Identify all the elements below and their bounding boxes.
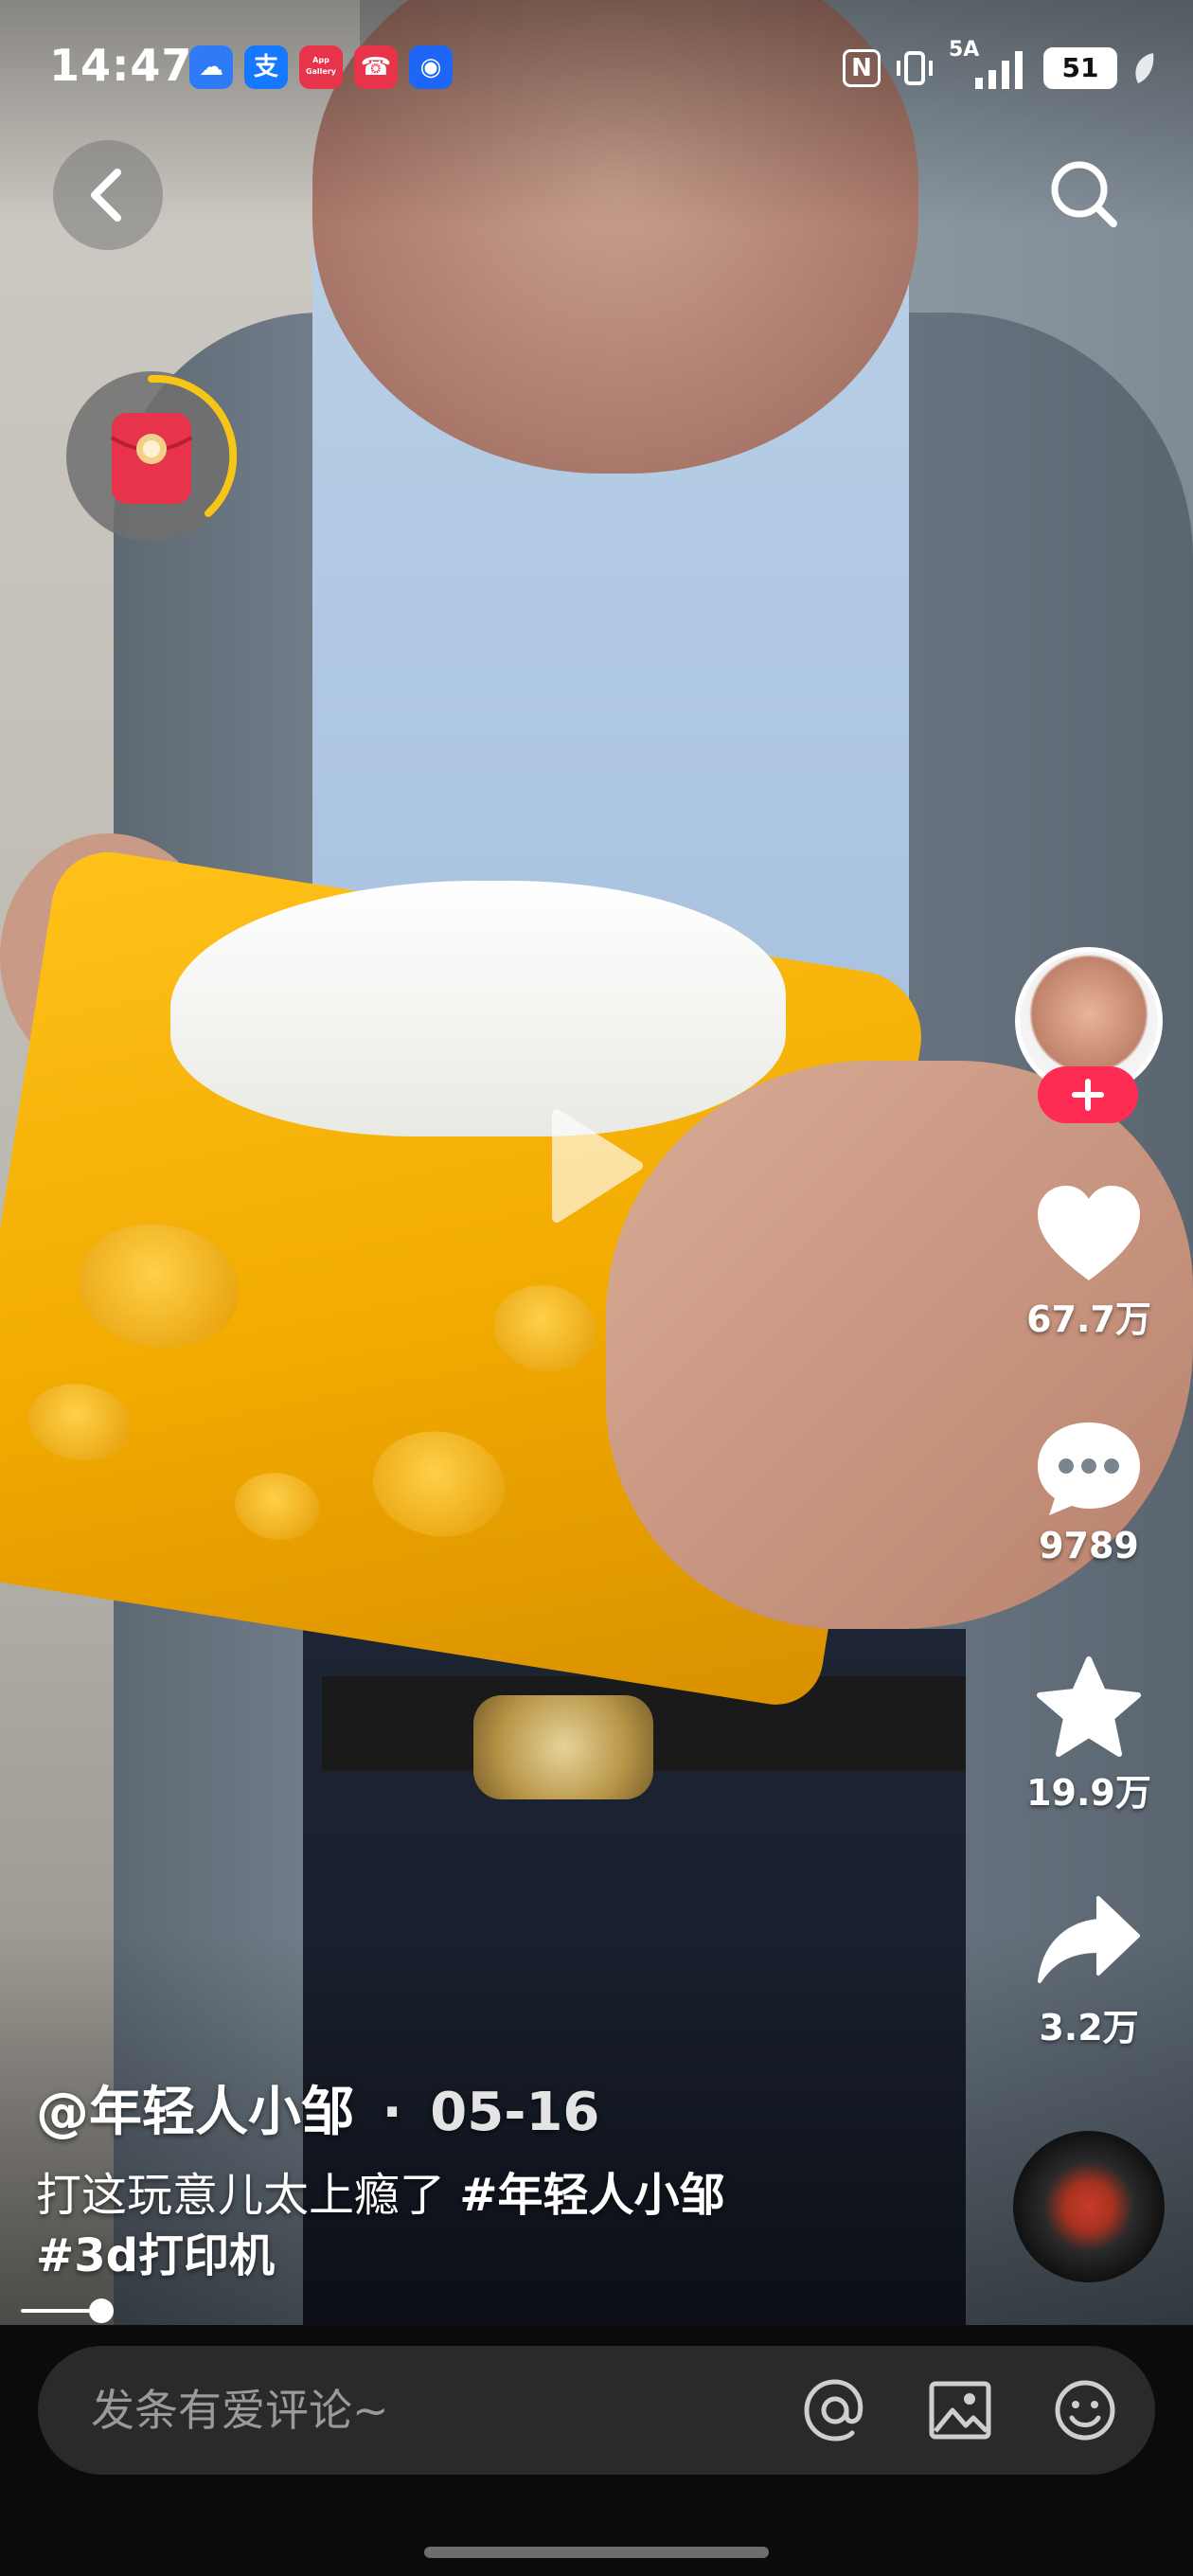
mention-button[interactable] [801, 2376, 869, 2444]
app-gallery-icon: App Gallery [299, 45, 343, 89]
cheese-hole [229, 1466, 325, 1547]
battery-icon: 51 [1043, 47, 1117, 89]
video-figure-buckle [473, 1695, 653, 1799]
cheese-hole [69, 1212, 248, 1360]
post-date: 05-16 [430, 2082, 600, 2143]
bulb-icon: ◉ [409, 45, 453, 89]
follow-button[interactable] [1038, 1066, 1138, 1123]
like-button[interactable]: 67.7万 [1004, 1182, 1174, 1342]
share-count: 3.2万 [1039, 2007, 1139, 2048]
video-progress-bar[interactable] [21, 2299, 1172, 2323]
share-arrow-icon [1038, 1896, 1140, 1983]
smiley-icon [1055, 2380, 1115, 2441]
leaf-icon [1135, 53, 1154, 83]
music-disc[interactable] [1013, 2131, 1165, 2282]
caption-text: 打这玩意儿太上瘾了 [36, 2169, 460, 2222]
weather-icon: ☁ [189, 45, 233, 89]
play-icon[interactable] [543, 1104, 648, 1227]
status-time: 14:47 [49, 40, 193, 91]
comment-input[interactable] [91, 2346, 754, 2475]
comment-bar [0, 2325, 1193, 2576]
cheese-hole [22, 1376, 137, 1468]
comment-button[interactable]: 9789 [1004, 1417, 1174, 1566]
video-feed-screen: 14:47 ☁ 支 App Gallery ☎ ◉ N 5A 51 67.7万 … [0, 0, 1193, 2576]
comment-count: 9789 [1039, 1525, 1139, 1566]
vibrate-icon [897, 51, 933, 85]
chevron-left-icon [91, 169, 121, 222]
battery-level: 51 [1061, 52, 1099, 83]
comment-box[interactable] [38, 2346, 1155, 2475]
share-button[interactable]: 3.2万 [1004, 1890, 1174, 2050]
status-bar: 14:47 ☁ 支 App Gallery ☎ ◉ N 5A 51 [0, 0, 1193, 142]
status-indicators: N 5A 51 [843, 38, 1157, 95]
nfc-icon: N [843, 49, 881, 87]
image-icon [929, 2381, 991, 2440]
comment-bubble-icon [1038, 1422, 1140, 1515]
hashtag-link[interactable]: #年轻人小邹 [459, 2169, 724, 2222]
signal-icon: 5A [949, 38, 1030, 91]
alipay-icon: 支 [244, 45, 288, 89]
search-icon [1051, 161, 1117, 227]
video-progress-handle[interactable] [88, 2299, 114, 2323]
tissue-paper [170, 881, 786, 1136]
search-button[interactable] [1042, 152, 1127, 237]
author-line: @年轻人小邹 · 05-16 [36, 2069, 599, 2146]
back-button[interactable] [53, 140, 163, 250]
missed-call-icon: ☎ [354, 45, 398, 89]
red-packet-timer-widget[interactable] [66, 371, 238, 542]
at-icon [804, 2379, 864, 2442]
heart-icon [1038, 1186, 1140, 1280]
favorite-button[interactable]: 19.9万 [1004, 1655, 1174, 1816]
emoji-button[interactable] [1051, 2376, 1119, 2444]
red-packet-icon [110, 374, 238, 517]
cheese-hole [487, 1278, 604, 1379]
like-count: 67.7万 [1026, 1298, 1151, 1340]
date-separator: · [382, 2082, 402, 2143]
plus-icon [1072, 1079, 1104, 1111]
hashtag-link[interactable]: #3d打印机 [36, 2229, 275, 2282]
favorite-count: 19.9万 [1026, 1772, 1151, 1814]
video-caption: 打这玩意儿太上瘾了 #年轻人小邹 #3d打印机 [36, 2165, 907, 2286]
home-indicator[interactable] [424, 2547, 769, 2558]
star-icon [1037, 1656, 1141, 1757]
author-name[interactable]: @年轻人小邹 [36, 2082, 354, 2143]
image-button[interactable] [926, 2376, 994, 2444]
cheese-hole [365, 1422, 513, 1547]
nfc-label: N [851, 54, 872, 82]
